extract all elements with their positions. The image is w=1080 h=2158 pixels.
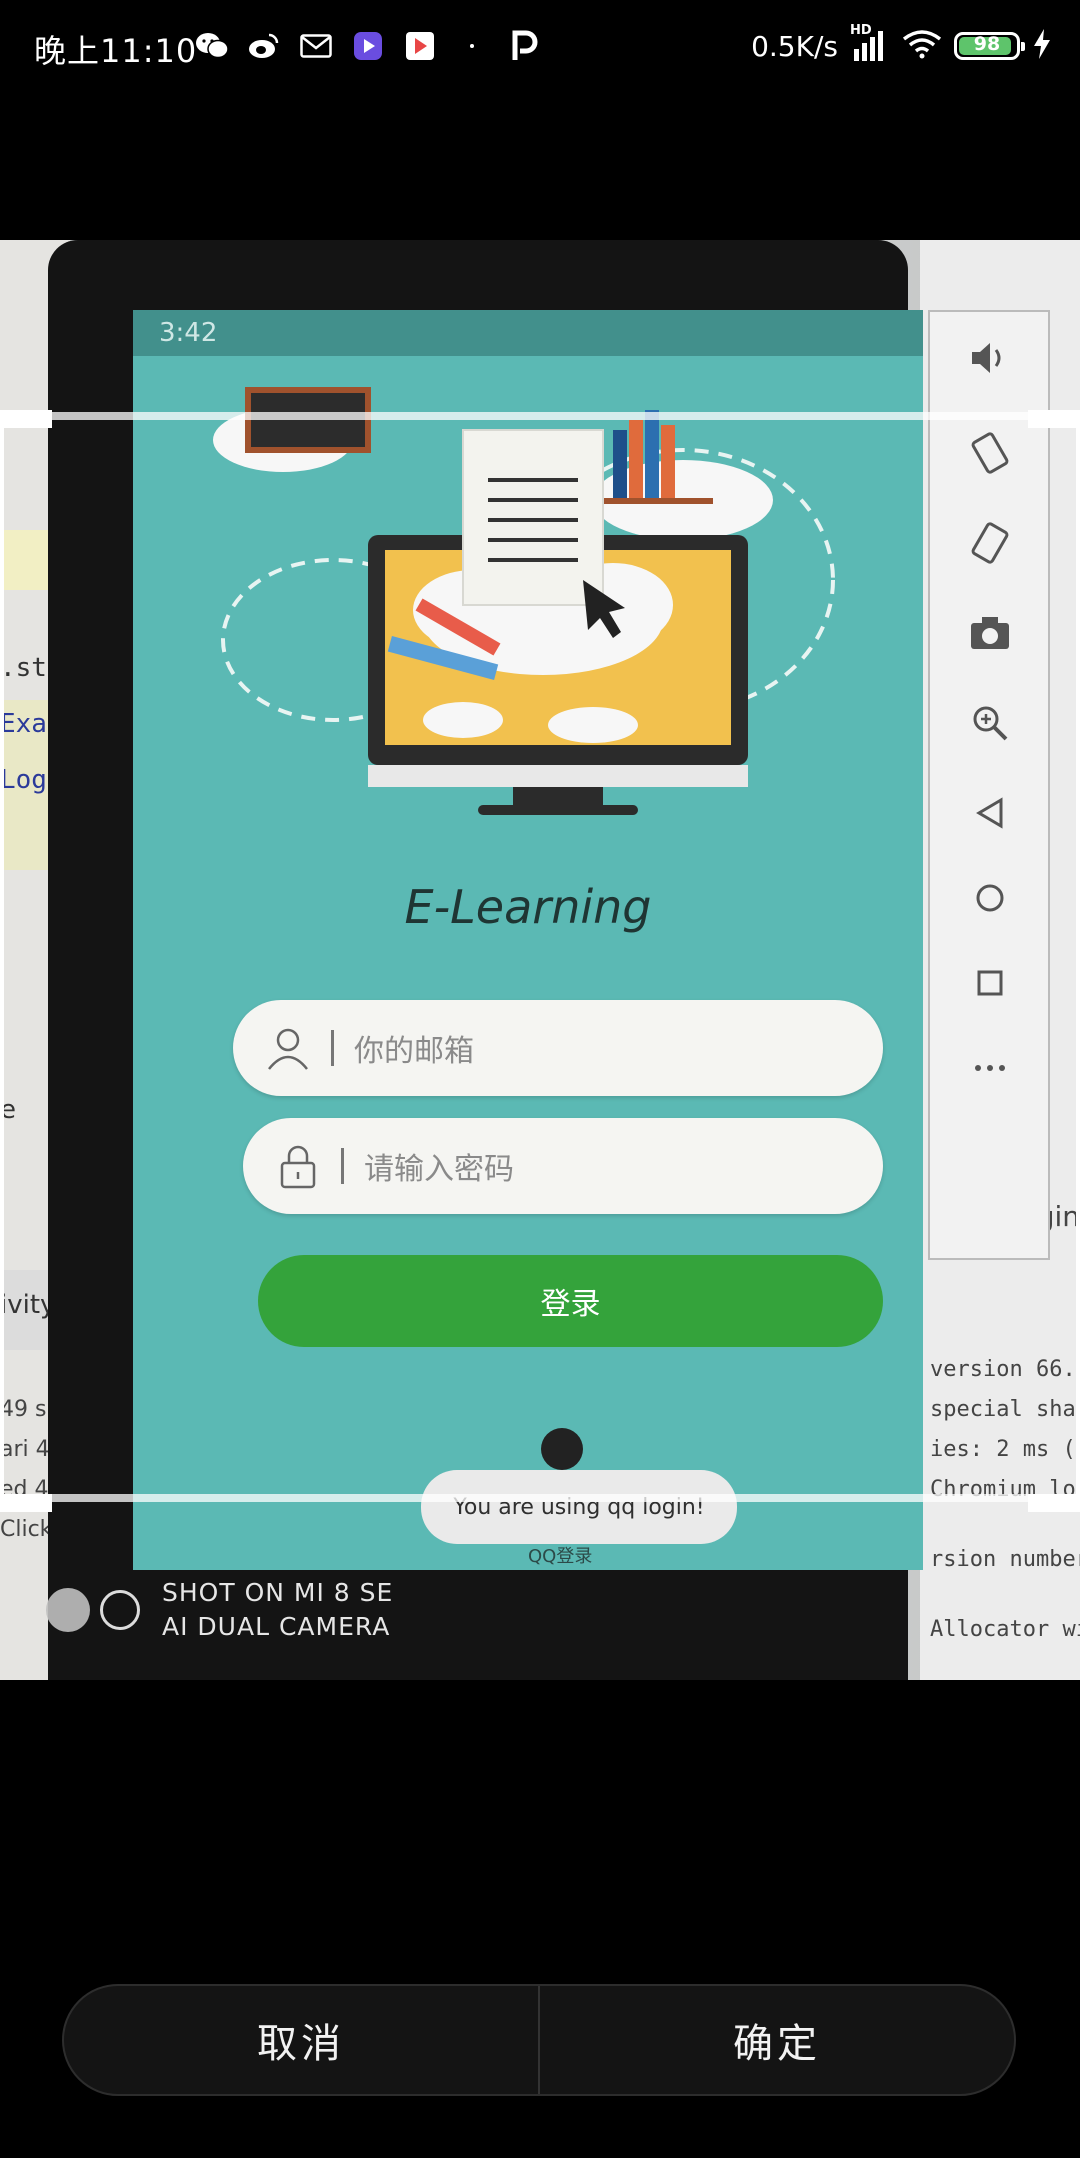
camera-icon[interactable] — [954, 597, 1026, 669]
watermark-line2: AI DUAL CAMERA — [162, 1612, 391, 1641]
wechat-icon — [195, 29, 229, 63]
bg-log-line: version 66.0. — [930, 1357, 1080, 1382]
p-app-icon — [507, 29, 541, 63]
toast-message: You are using qq login! — [421, 1470, 737, 1544]
input-separator — [341, 1148, 344, 1184]
input-separator — [331, 1030, 334, 1066]
login-button[interactable]: 登录 — [258, 1255, 883, 1347]
bg-log-line: special share — [930, 1397, 1080, 1422]
video-app-icon — [351, 29, 385, 63]
home-icon[interactable] — [954, 862, 1026, 934]
confirm-button[interactable]: 确定 — [540, 1986, 1014, 2094]
bg-log-line: ies: 2 ms (ti — [930, 1437, 1080, 1462]
weibo-icon — [247, 29, 281, 63]
bg-code-line: e — [0, 1095, 16, 1125]
more-icon[interactable] — [954, 1032, 1026, 1104]
password-field[interactable]: 请输入密码 — [243, 1118, 883, 1214]
email-field[interactable]: 你的邮箱 — [233, 1000, 883, 1096]
photo-preview: .star.e Examp LoginA e ivityTest 49 s 94… — [0, 240, 1080, 1680]
password-placeholder: 请输入密码 — [364, 1152, 514, 1187]
notification-icons — [195, 22, 541, 70]
watermark-text: SHOT ON MI 8 SE AI DUAL CAMERA — [162, 1576, 393, 1644]
e-learning-illustration — [213, 387, 835, 815]
network-speed: 0.5K/s — [751, 29, 838, 63]
emulator-toolbar — [928, 310, 1050, 1260]
crop-handle[interactable] — [0, 410, 52, 428]
camera-watermark: SHOT ON MI 8 SE AI DUAL CAMERA — [46, 1570, 393, 1650]
dot-icon — [455, 29, 489, 63]
back-icon[interactable] — [954, 777, 1026, 849]
overview-icon[interactable] — [954, 947, 1026, 1019]
mail-icon — [299, 29, 333, 63]
app-title: E-Learning — [404, 880, 652, 934]
crop-handle[interactable] — [1028, 410, 1080, 428]
charging-icon — [1032, 28, 1052, 64]
wifi-icon — [902, 29, 942, 63]
battery-indicator: 98 — [954, 32, 1025, 60]
battery-level: 98 — [973, 33, 1001, 55]
volume-icon[interactable] — [954, 322, 1026, 394]
bg-log-line: rsion number — [930, 1547, 1080, 1572]
crop-handle[interactable] — [0, 1494, 52, 1512]
cancel-button[interactable]: 取消 — [64, 1986, 538, 2094]
status-bar: 晚上11:10 0.5K/s HD 98 — [0, 0, 1080, 92]
dual-camera-logo — [100, 1590, 140, 1630]
rotate-left-icon[interactable] — [954, 417, 1026, 489]
screen-time: 3:42 — [159, 318, 218, 348]
email-placeholder: 你的邮箱 — [354, 1034, 474, 1069]
dual-camera-logo — [46, 1588, 90, 1632]
signal-icon: HD — [850, 23, 890, 63]
zoom-icon[interactable] — [954, 687, 1026, 759]
lock-icon — [269, 1137, 327, 1195]
rotate-right-icon[interactable] — [954, 507, 1026, 579]
photographed-phone: 3:42 E-Learning 你的邮箱 请输入密码 登录 QQ登录 You a… — [48, 240, 923, 1680]
bg-log-line: Allocator with — [930, 1617, 1080, 1642]
user-icon — [259, 1019, 317, 1077]
status-time: 晚上11:10 — [34, 32, 198, 70]
play-store-icon — [403, 29, 437, 63]
qq-icon[interactable] — [541, 1428, 583, 1470]
action-bar: 取消 确定 — [62, 1984, 1016, 2096]
qq-login-label: QQ登录 — [528, 1546, 593, 1567]
system-status: 0.5K/s HD 98 — [751, 22, 1052, 70]
screen-status-bar: 3:42 — [133, 310, 923, 356]
phone-screen: 3:42 E-Learning 你的邮箱 请输入密码 登录 QQ登录 You a… — [133, 310, 923, 1570]
crop-handle[interactable] — [1028, 1494, 1080, 1512]
watermark-line1: SHOT ON MI 8 SE — [162, 1578, 394, 1607]
